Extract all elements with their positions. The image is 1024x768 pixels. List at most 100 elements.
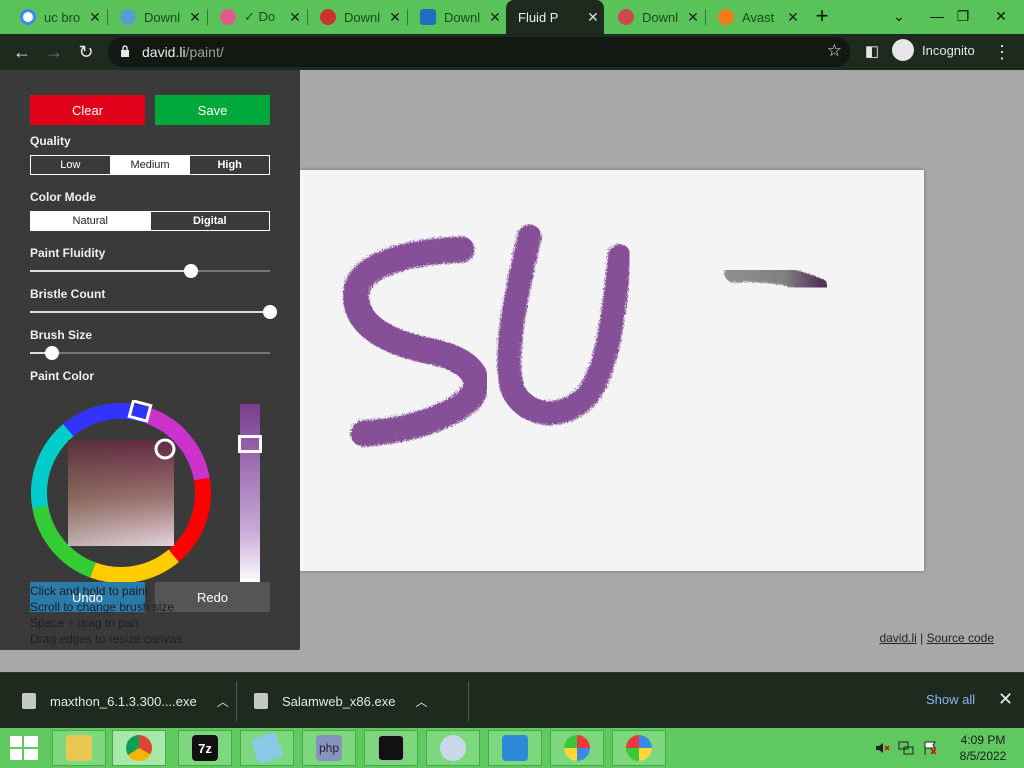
color-mode-label: Color Mode: [30, 190, 96, 204]
color-mode-digital-option[interactable]: Digital: [151, 212, 270, 230]
tab-title: Fluid P: [518, 9, 559, 25]
url-text: david.li/paint/: [142, 44, 224, 60]
slider-track-filled: [30, 270, 191, 272]
taskbar: 7z php 4:09 PM 8/5/2022: [0, 728, 1024, 768]
tab-download-5[interactable]: Downl ✕: [606, 0, 704, 34]
side-panel-icon[interactable]: ◧: [858, 38, 886, 66]
taskbar-app[interactable]: [488, 730, 542, 766]
incognito-icon: [892, 39, 914, 61]
letter-u-stroke: [495, 223, 630, 424]
hint-resize: Drag edges to resize canvas: [30, 632, 183, 646]
menu-kebab-icon[interactable]: ⋮: [988, 38, 1016, 66]
bookmark-star-icon[interactable]: ☆: [827, 41, 842, 61]
reload-icon[interactable]: ↻: [72, 38, 100, 66]
slider-track-rest: [52, 352, 270, 354]
close-tab-icon[interactable]: ✕: [782, 9, 804, 26]
taskbar-browser-1[interactable]: [550, 730, 604, 766]
close-tab-icon[interactable]: ✕: [84, 9, 106, 26]
color-wheel[interactable]: [28, 400, 214, 586]
brush-size-slider[interactable]: [30, 345, 270, 361]
download-filename: Salamweb_x86.exe: [282, 693, 396, 709]
taskbar-browser-2[interactable]: [612, 730, 666, 766]
lock-icon: [121, 45, 129, 57]
taskbar-7zip[interactable]: 7z: [178, 730, 232, 766]
letter-s-stroke: [341, 235, 488, 445]
paint-canvas[interactable]: [300, 170, 924, 571]
close-tab-icon[interactable]: ✕: [184, 9, 206, 26]
taskbar-file-explorer[interactable]: [52, 730, 106, 766]
chevron-up-icon[interactable]: ︿: [217, 693, 229, 710]
close-download-bar-icon[interactable]: ✕: [998, 689, 1013, 710]
slider-knob[interactable]: [263, 305, 277, 319]
taskbar-notepad[interactable]: [240, 730, 294, 766]
bristle-count-slider[interactable]: [30, 304, 277, 320]
brush-size-label: Brush Size: [30, 328, 93, 342]
windows-start-icon[interactable]: [10, 736, 38, 760]
control-panel: Clear Save Quality Low Medium High Color…: [0, 70, 300, 650]
address-bar[interactable]: david.li/paint/ ☆: [108, 37, 850, 67]
taskbar-media[interactable]: [426, 730, 480, 766]
tab-title: ✓ Do: [244, 9, 276, 24]
author-link[interactable]: david.li: [879, 631, 916, 645]
slider-knob[interactable]: [45, 346, 59, 360]
tab-uc-browser[interactable]: uc bro ✕: [8, 0, 106, 34]
hint-scroll: Scroll to change brush size: [30, 600, 175, 614]
color-mode-natural-option[interactable]: Natural: [31, 212, 151, 230]
tab-title: Downl: [444, 9, 481, 25]
close-tab-icon[interactable]: ✕: [384, 9, 406, 26]
chevron-up-icon[interactable]: ︿: [415, 693, 427, 710]
pinwheel-icon: [626, 735, 652, 761]
volume-muted-icon[interactable]: [874, 740, 890, 756]
close-tab-icon[interactable]: ✕: [582, 9, 604, 26]
clock-date: 8/5/2022: [959, 749, 1007, 763]
avast-icon: [718, 9, 734, 25]
folder-icon: [66, 735, 92, 761]
show-all-button[interactable]: Show all: [926, 692, 975, 707]
taskbar-chrome[interactable]: [112, 730, 166, 766]
forward-icon[interactable]: →: [40, 38, 68, 66]
tab-fluid-paint[interactable]: Fluid P ✕: [506, 0, 604, 34]
dash-stroke: [723, 262, 827, 295]
network-icon[interactable]: [898, 740, 914, 756]
file-icon: [254, 693, 268, 709]
opacity-handle[interactable]: [238, 435, 262, 453]
source-code-link[interactable]: Source code: [927, 631, 994, 645]
color-mode-selector: Natural Digital: [30, 211, 270, 231]
incognito-indicator[interactable]: Incognito: [892, 39, 975, 61]
system-clock[interactable]: 4:09 PM 8/5/2022: [948, 732, 1018, 764]
tab-download-3[interactable]: Downl ✕: [308, 0, 406, 34]
opacity-slider[interactable]: [238, 404, 262, 584]
notepad-icon: [250, 731, 284, 765]
download-bar: maxthon_6.1.3.300....exe ︿ Salamweb_x86.…: [0, 672, 1024, 728]
quality-high-option[interactable]: High: [190, 156, 269, 174]
back-icon[interactable]: ←: [8, 38, 36, 66]
tab-title: Avast: [742, 9, 775, 25]
tab-title: Downl: [344, 9, 381, 25]
taskbar-php[interactable]: php: [302, 730, 356, 766]
quality-low-option[interactable]: Low: [31, 156, 111, 174]
download-item[interactable]: maxthon_6.1.3.300....exe ︿: [22, 673, 229, 729]
link-divider: |: [920, 631, 924, 645]
close-tab-icon[interactable]: ✕: [682, 9, 704, 26]
save-button[interactable]: Save: [155, 95, 270, 125]
close-tab-icon[interactable]: ✕: [284, 9, 306, 26]
paint-fluidity-slider[interactable]: [30, 263, 270, 279]
tab-download-1[interactable]: Downl ✕: [108, 0, 206, 34]
download-item[interactable]: Salamweb_x86.exe ︿: [254, 673, 427, 729]
tab-download-4[interactable]: Downl ✕: [408, 0, 506, 34]
close-window-icon[interactable]: ✕: [978, 0, 1024, 34]
incognito-label: Incognito: [922, 42, 975, 58]
quality-medium-option[interactable]: Medium: [110, 156, 191, 174]
tab-avast[interactable]: Avast ✕: [706, 0, 804, 34]
tab-title: uc bro: [44, 9, 81, 25]
taskbar-cmd[interactable]: [364, 730, 418, 766]
new-tab-icon[interactable]: +: [810, 5, 834, 29]
tab-download-2[interactable]: ✓ Do ✕: [208, 0, 306, 34]
paint-color-label: Paint Color: [30, 369, 95, 383]
slider-knob[interactable]: [184, 264, 198, 278]
download-filename: maxthon_6.1.3.300....exe: [50, 693, 197, 709]
site-icon: [420, 9, 436, 25]
close-tab-icon[interactable]: ✕: [484, 9, 506, 26]
clear-button[interactable]: Clear: [30, 95, 145, 125]
flag-warning-icon[interactable]: [922, 740, 938, 756]
